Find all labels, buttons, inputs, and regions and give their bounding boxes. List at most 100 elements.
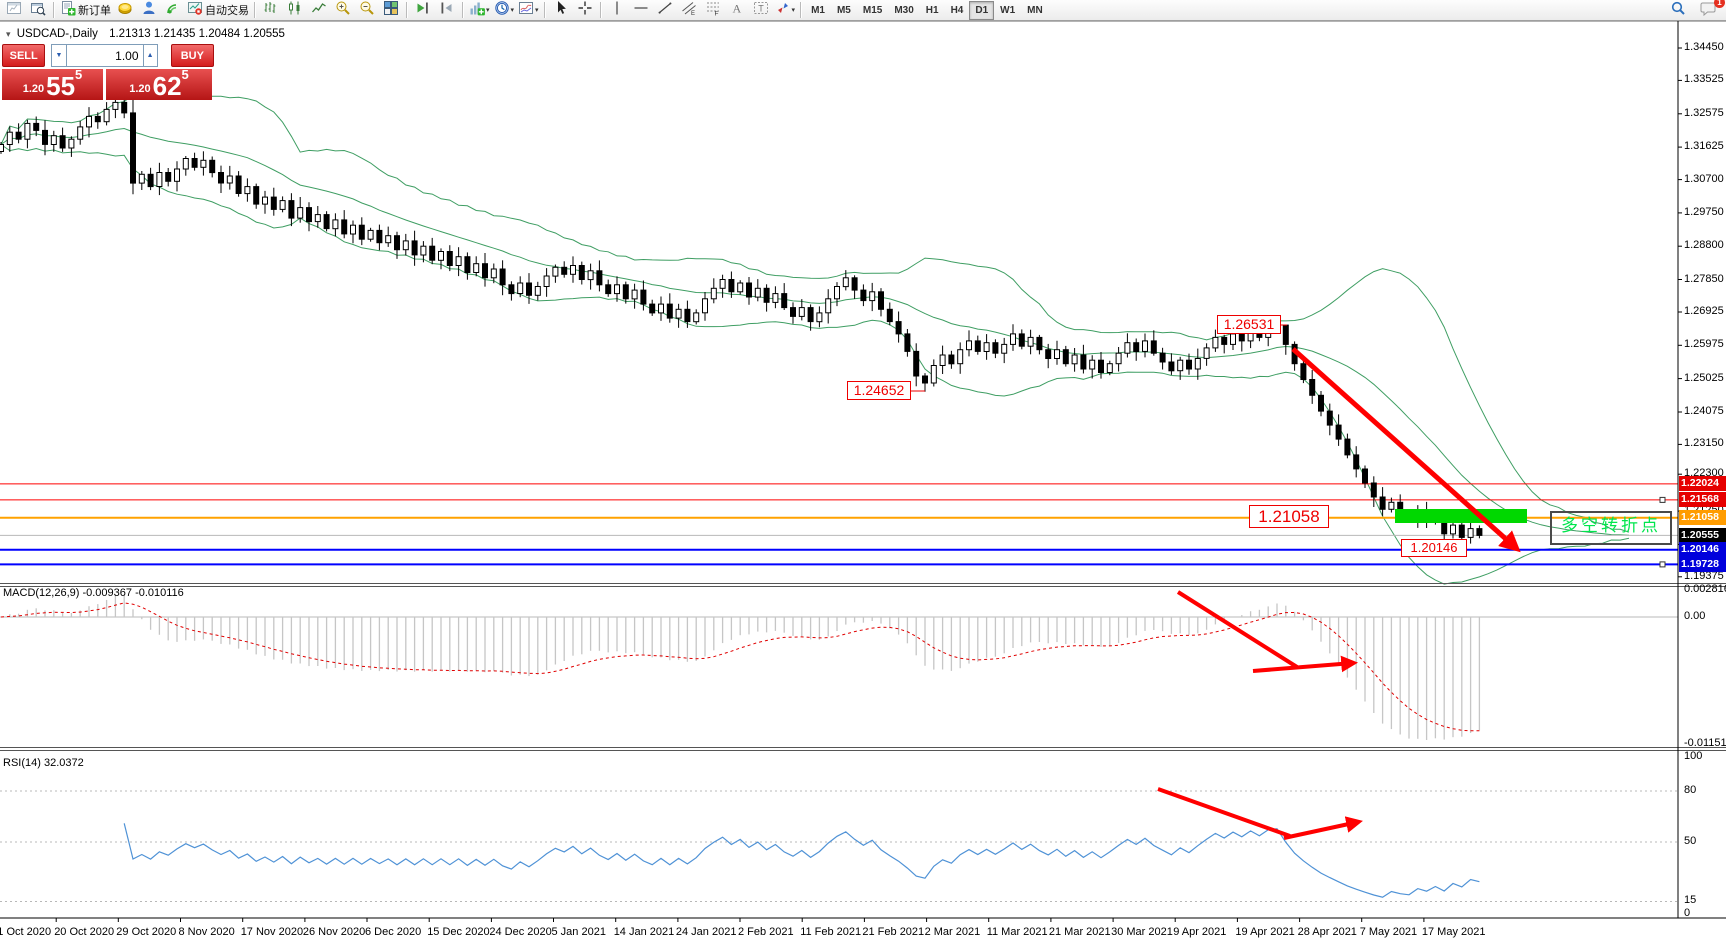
price-level-box-1.21058: 1.21058 xyxy=(1679,510,1726,525)
candlestick-button[interactable] xyxy=(283,1,307,20)
sell-button[interactable]: SELL xyxy=(2,44,45,67)
candle-body xyxy=(659,304,664,313)
new-chart-icon xyxy=(6,0,22,21)
volume-decrease-button[interactable]: ▼ xyxy=(51,44,66,67)
candle-body xyxy=(1380,497,1385,509)
line-handle[interactable] xyxy=(1660,497,1665,502)
vertical-line-icon xyxy=(609,0,625,21)
trend-arrow-rsi-head[interactable] xyxy=(1284,822,1358,838)
indicators-button[interactable]: ▾ xyxy=(467,1,492,20)
candle-body xyxy=(1310,380,1315,396)
auto-trading-icon xyxy=(187,0,203,21)
chart-top-border xyxy=(0,21,1726,22)
candle-body xyxy=(183,159,188,170)
cursor-button[interactable] xyxy=(549,1,573,20)
candle-body xyxy=(896,322,901,334)
tile-windows-button[interactable] xyxy=(379,1,403,20)
periods-button[interactable]: ▾ xyxy=(492,1,517,20)
candle-body xyxy=(764,288,769,302)
coin-icon xyxy=(117,0,133,21)
price-annotation-1.20146[interactable]: 1.20146 xyxy=(1401,539,1467,557)
candle-body xyxy=(483,264,488,278)
chat-button[interactable]: 1 xyxy=(1696,1,1720,20)
timeframe-D1[interactable]: D1 xyxy=(969,1,994,20)
templates-button[interactable]: ▾ xyxy=(516,1,541,20)
date-axis-label: 24 Dec 2020 xyxy=(489,926,551,938)
trendline-button[interactable] xyxy=(653,1,677,20)
candle-body xyxy=(447,252,452,266)
search-button[interactable] xyxy=(1666,1,1690,20)
line-chart-button[interactable] xyxy=(307,1,331,20)
timeframe-H1[interactable]: H1 xyxy=(920,1,945,20)
line-handle[interactable] xyxy=(1660,562,1665,567)
candle-body xyxy=(1239,334,1244,341)
zoom-out-button[interactable] xyxy=(355,1,379,20)
timeframe-M5[interactable]: M5 xyxy=(831,1,857,20)
horizontal-line-button[interactable] xyxy=(629,1,653,20)
candle-body xyxy=(1231,334,1236,345)
date-axis-label: 24 Jan 2021 xyxy=(676,926,737,938)
candle-body xyxy=(87,116,92,127)
fibonacci-button[interactable]: F xyxy=(701,1,725,20)
candle-body xyxy=(1011,334,1016,345)
trend-arrow-macd[interactable] xyxy=(1178,592,1297,667)
pane-separator[interactable] xyxy=(0,750,1726,751)
date-axis-label: 17 Nov 2020 xyxy=(241,926,303,938)
timeframe-M1[interactable]: M1 xyxy=(805,1,831,20)
new-chart-button[interactable] xyxy=(2,1,26,20)
chart-canvas[interactable] xyxy=(0,21,1726,942)
candle-body xyxy=(711,288,716,299)
ask-price-panel[interactable]: 1.20 62 5 xyxy=(106,69,212,100)
timeframe-W1[interactable]: W1 xyxy=(994,1,1021,20)
candle-body xyxy=(676,309,681,318)
timeframe-M30[interactable]: M30 xyxy=(888,1,919,20)
candle-body xyxy=(544,276,549,287)
community-button[interactable] xyxy=(137,1,161,20)
green-zone-rectangle[interactable] xyxy=(1395,509,1527,523)
rsi-axis-label: 100 xyxy=(1684,750,1702,762)
pane-separator[interactable] xyxy=(0,586,1726,587)
crosshair-button[interactable] xyxy=(573,1,597,20)
price-annotation-1.24652[interactable]: 1.24652 xyxy=(847,381,911,400)
bid-price-panel[interactable]: 1.20 55 5 xyxy=(2,69,103,100)
chart-shift-button[interactable] xyxy=(435,1,459,20)
toolbar-separator xyxy=(544,2,546,18)
new-order-button[interactable]: 新订单 xyxy=(58,1,113,20)
text-label-button[interactable]: T xyxy=(749,1,773,20)
auto-trading-button[interactable]: 自动交易 xyxy=(185,1,251,20)
candle-body xyxy=(747,283,752,297)
fibonacci-icon: F xyxy=(705,0,721,21)
candle-body xyxy=(852,278,857,290)
pane-separator[interactable] xyxy=(0,747,1726,748)
price-level-box-1.20555: 1.20555 xyxy=(1679,528,1726,543)
volume-increase-button[interactable]: ▲ xyxy=(143,44,158,67)
candle-body xyxy=(755,288,760,297)
community-icon xyxy=(141,0,157,21)
chart-profile-button[interactable] xyxy=(26,1,50,20)
candle-body xyxy=(386,236,391,243)
text-button[interactable]: A xyxy=(725,1,749,20)
price-annotation-1.26531[interactable]: 1.26531 xyxy=(1217,315,1281,334)
timeframe-H4[interactable]: H4 xyxy=(945,1,970,20)
channel-button[interactable]: E xyxy=(677,1,701,20)
candle-body xyxy=(1204,348,1209,359)
candle-body xyxy=(703,299,708,313)
turning-point-note[interactable]: 多空转折点 xyxy=(1550,511,1672,545)
trend-arrow-macd-head[interactable] xyxy=(1253,663,1353,671)
buy-button[interactable]: BUY xyxy=(171,44,214,67)
chart-window[interactable]: ▾ USDCAD-,Daily 1.21313 1.21435 1.20484 … xyxy=(0,21,1726,942)
arrows-button[interactable]: ▾ xyxy=(773,1,798,20)
timeframe-MN[interactable]: MN xyxy=(1021,1,1049,20)
bar-chart-button[interactable] xyxy=(259,1,283,20)
signals-button[interactable] xyxy=(161,1,185,20)
zoom-in-button[interactable] xyxy=(331,1,355,20)
bid-price-prefix: 1.20 xyxy=(23,79,44,99)
price-annotation-1.21058[interactable]: 1.21058 xyxy=(1249,505,1329,528)
auto-scroll-button[interactable] xyxy=(411,1,435,20)
coin-button[interactable] xyxy=(113,1,137,20)
pane-separator[interactable] xyxy=(0,583,1726,584)
timeframe-M15[interactable]: M15 xyxy=(857,1,888,20)
vertical-line-button[interactable] xyxy=(605,1,629,20)
candle-body xyxy=(342,220,347,234)
trend-arrow-rsi[interactable] xyxy=(1158,789,1290,836)
